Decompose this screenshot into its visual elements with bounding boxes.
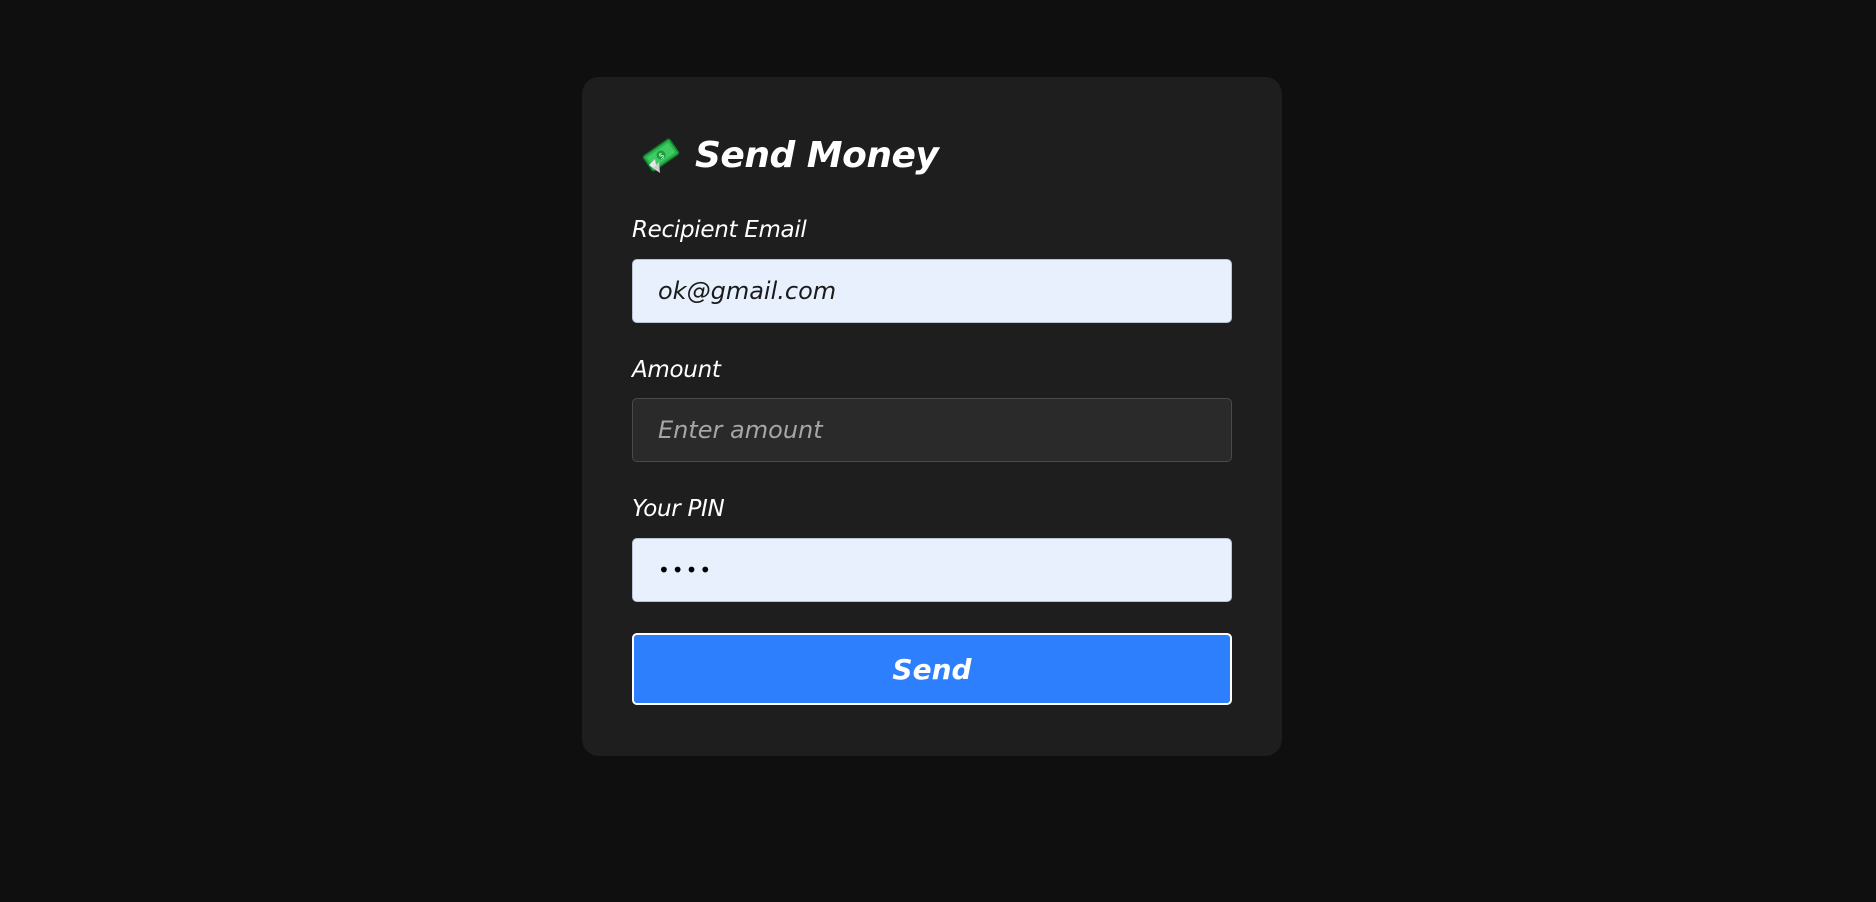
recipient-email-label: Recipient Email [632, 217, 807, 243]
send-money-card: $ Send Money Recipient Email Amount Your… [582, 77, 1282, 756]
pin-label: Your PIN [632, 496, 725, 522]
recipient-email-field[interactable] [632, 259, 1232, 323]
send-button[interactable]: Send [632, 633, 1232, 705]
pin-field[interactable] [632, 538, 1232, 602]
page-title: Send Money [695, 134, 939, 176]
amount-field[interactable] [632, 398, 1232, 462]
money-with-wings-icon: $ [641, 135, 681, 175]
amount-label: Amount [632, 357, 721, 383]
card-header: $ Send Money [641, 130, 939, 180]
